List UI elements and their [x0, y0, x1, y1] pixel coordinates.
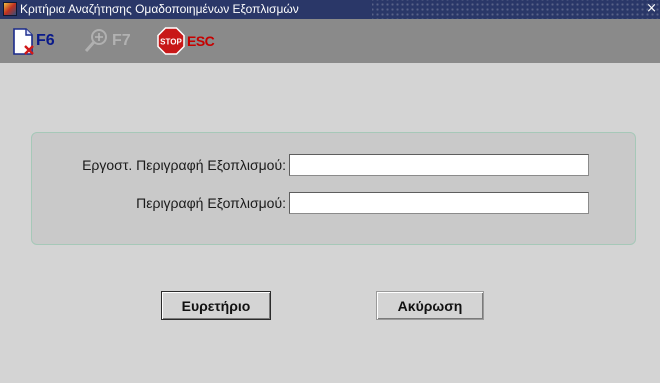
manufacturer-description-label: Εργοστ. Περιγραφή Εξοπλισμού: — [82, 157, 286, 173]
toolbar: F6 F7 STOP ESC — [0, 19, 660, 63]
close-icon[interactable]: × — [646, 1, 657, 17]
search-f7-button[interactable]: F7 — [84, 23, 131, 59]
forms-app-icon — [3, 2, 17, 16]
search-criteria-panel — [31, 132, 636, 245]
window-title: Κριτήρια Αναζήτησης Ομαδοποιημένων Εξοπλ… — [20, 2, 299, 16]
stop-sign-icon: STOP — [157, 27, 185, 55]
index-button[interactable]: Ευρετήριο — [161, 291, 271, 320]
manufacturer-description-input[interactable] — [289, 154, 589, 176]
stop-sign-text: STOP — [160, 38, 182, 47]
new-document-icon — [13, 27, 34, 55]
f6-label: F6 — [36, 32, 55, 49]
description-label: Περιγραφή Εξοπλισμού: — [136, 195, 286, 211]
esc-label: ESC — [187, 33, 215, 49]
f7-label: F7 — [112, 32, 131, 49]
cancel-button[interactable]: Ακύρωση — [376, 291, 484, 320]
description-input[interactable] — [289, 192, 589, 214]
title-bar: Κριτήρια Αναζήτησης Ομαδοποιημένων Εξοπλ… — [0, 0, 660, 19]
new-f6-button[interactable]: F6 — [12, 23, 55, 59]
exit-esc-button[interactable]: STOP ESC — [157, 23, 215, 59]
search-magnifier-icon — [84, 29, 107, 52]
